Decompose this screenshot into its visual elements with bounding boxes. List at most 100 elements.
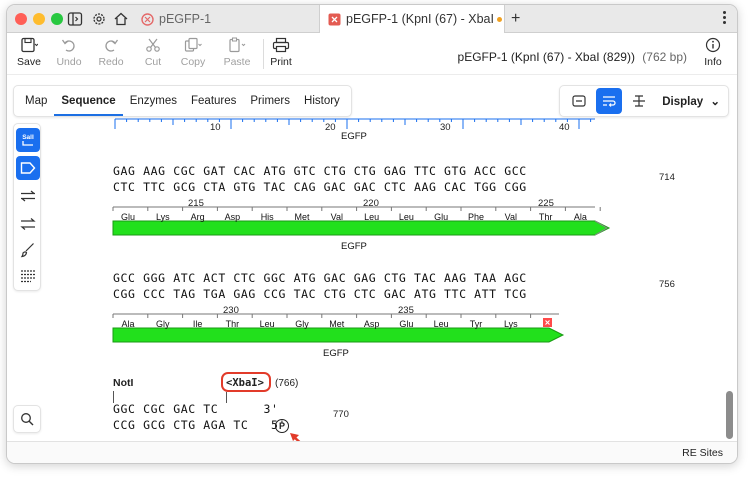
cut-button[interactable]: Cut: [133, 37, 173, 68]
xbai-site-label[interactable]: <XbaI>: [226, 377, 264, 389]
paste-button[interactable]: Paste: [217, 37, 257, 68]
paintbrush-icon: [20, 243, 34, 258]
collapse-sequence-button[interactable]: [566, 88, 592, 114]
save-label: Save: [17, 56, 41, 68]
top-strand-sequence[interactable]: GCC GGG ATC ACT CTC GGC ATG GAC GAG CTG …: [113, 271, 527, 285]
more-menu-icon[interactable]: [723, 9, 727, 26]
sali-label: SalI: [22, 134, 34, 141]
feature-label: EGFP: [341, 131, 367, 142]
info-button[interactable]: Info: [693, 37, 733, 68]
amino-acid: Gly: [156, 319, 170, 329]
vertical-scrollbar[interactable]: [726, 391, 733, 439]
gear-icon[interactable]: [91, 11, 107, 27]
amino-acid: Met: [329, 319, 345, 329]
feature-label: EGFP: [341, 241, 367, 252]
status-bar: RE Sites: [7, 441, 737, 463]
enzyme-tool-button[interactable]: SalI: [16, 128, 40, 152]
bottom-strand-sequence[interactable]: CCG GCG CTG AGA TC 5': [113, 418, 286, 432]
re-sites-label[interactable]: RE Sites: [682, 447, 723, 459]
amino-acid: Thr: [225, 319, 240, 329]
ruler-tick-label: 10: [210, 122, 221, 133]
home-icon[interactable]: [113, 11, 129, 27]
amino-acid: Asp: [224, 212, 241, 222]
paste-icon: [229, 37, 246, 53]
line-number: 714: [659, 172, 675, 183]
display-menu[interactable]: Display ⌄: [662, 94, 720, 108]
view-options-bar: Display ⌄: [559, 85, 729, 117]
egfp-feature-arrow[interactable]: [112, 220, 611, 236]
tab-map[interactable]: Map: [18, 86, 54, 116]
tab-sequence[interactable]: Sequence: [54, 86, 123, 116]
translation-frame: [112, 206, 611, 236]
tab-label: pEGFP-1 (KpnI (67) - XbaI (82: [346, 12, 494, 26]
snapgene-file-icon: [141, 12, 154, 26]
save-icon: [21, 37, 38, 53]
amino-acid: Lys: [503, 319, 518, 329]
top-strand-sequence[interactable]: GGC CGC GAC TC 3': [113, 402, 279, 416]
amino-acid: Leu: [364, 212, 380, 222]
copy-icon: [184, 37, 202, 52]
info-label: Info: [704, 56, 722, 68]
printer-icon: [272, 37, 290, 53]
amino-acid: Met: [294, 212, 310, 222]
noti-site-label[interactable]: NotI: [113, 377, 133, 389]
undo-button[interactable]: Undo: [49, 37, 89, 68]
redo-label: Redo: [98, 56, 124, 68]
tab-features[interactable]: Features: [184, 86, 243, 116]
left-tool-strip: SalI: [13, 123, 41, 291]
app-window: pEGFP-1 pEGFP-1 (KpnI (67) - XbaI (82 + …: [6, 4, 738, 464]
amino-acid: Ile: [192, 319, 203, 329]
tab-label: pEGFP-1: [159, 12, 212, 26]
print-button[interactable]: Print: [261, 37, 301, 68]
redo-button[interactable]: Redo: [91, 37, 131, 68]
translation-tool-button[interactable]: [16, 264, 40, 288]
amino-acid: Gly: [295, 319, 309, 329]
sequence-length: (762 bp): [642, 50, 687, 64]
egfp-feature-arrow[interactable]: [112, 327, 565, 343]
color-tool-button[interactable]: [16, 238, 40, 262]
zoom-window-button[interactable]: [51, 13, 63, 25]
line-number: 770: [333, 409, 349, 420]
new-tab-button[interactable]: +: [511, 10, 520, 28]
amino-acid: Glu: [434, 212, 449, 222]
minimize-window-button[interactable]: [33, 13, 45, 25]
swap-arrows-icon: [20, 218, 36, 230]
unsaved-dot-icon: [497, 16, 502, 22]
amino-acid: Val: [330, 212, 343, 222]
feature-label: EGFP: [323, 348, 349, 359]
orf-tool-button[interactable]: [16, 212, 40, 236]
feature-tool-button[interactable]: [16, 156, 40, 180]
amino-acid: Glu: [399, 319, 414, 329]
tab-pegfp1-fragment[interactable]: pEGFP-1 (KpnI (67) - XbaI (82: [319, 5, 505, 33]
amino-acid: Ala: [121, 319, 135, 329]
tab-history[interactable]: History: [297, 86, 347, 116]
amino-acid: Phe: [467, 212, 484, 222]
copy-button[interactable]: Copy: [173, 37, 213, 68]
scissors-icon: [146, 38, 160, 52]
document-title: pEGFP-1 (KpnI (67) - XbaI (829)) (762 bp…: [458, 50, 687, 64]
translation-frame: [112, 313, 565, 343]
bottom-strand-sequence[interactable]: CTC TTC GCG CTA GTG TAC CAG GAC GAC CTC …: [113, 180, 527, 194]
top-strand-sequence[interactable]: GAG AAG CGC GAT CAC ATG GTC CTG CTG GAG …: [113, 164, 527, 178]
sidebar-toggle-icon[interactable]: [67, 11, 83, 27]
ruler-tick-label: 40: [559, 122, 570, 133]
close-window-button[interactable]: [15, 13, 27, 25]
save-button[interactable]: Save: [9, 37, 49, 68]
wrap-lines-icon: [603, 96, 616, 107]
info-icon: [705, 37, 721, 53]
linear-view-button[interactable]: [626, 88, 652, 114]
tab-pegfp1[interactable]: pEGFP-1: [133, 5, 319, 33]
paste-label: Paste: [223, 56, 251, 68]
text-lines-icon: [21, 270, 35, 283]
tab-enzymes[interactable]: Enzymes: [123, 86, 184, 116]
amino-acid: Tyr: [469, 319, 483, 329]
search-button[interactable]: [13, 405, 41, 433]
cut-label: Cut: [144, 56, 162, 68]
wrap-sequence-button[interactable]: [596, 88, 623, 114]
undo-icon: [61, 39, 75, 52]
primer-tool-button[interactable]: [16, 184, 40, 208]
search-icon: [21, 413, 34, 426]
amino-acid: Leu: [259, 319, 275, 329]
bottom-strand-sequence[interactable]: CGG CCC TAG TGA GAG CCG TAC CTG CTC GAC …: [113, 287, 527, 301]
tab-primers[interactable]: Primers: [243, 86, 297, 116]
